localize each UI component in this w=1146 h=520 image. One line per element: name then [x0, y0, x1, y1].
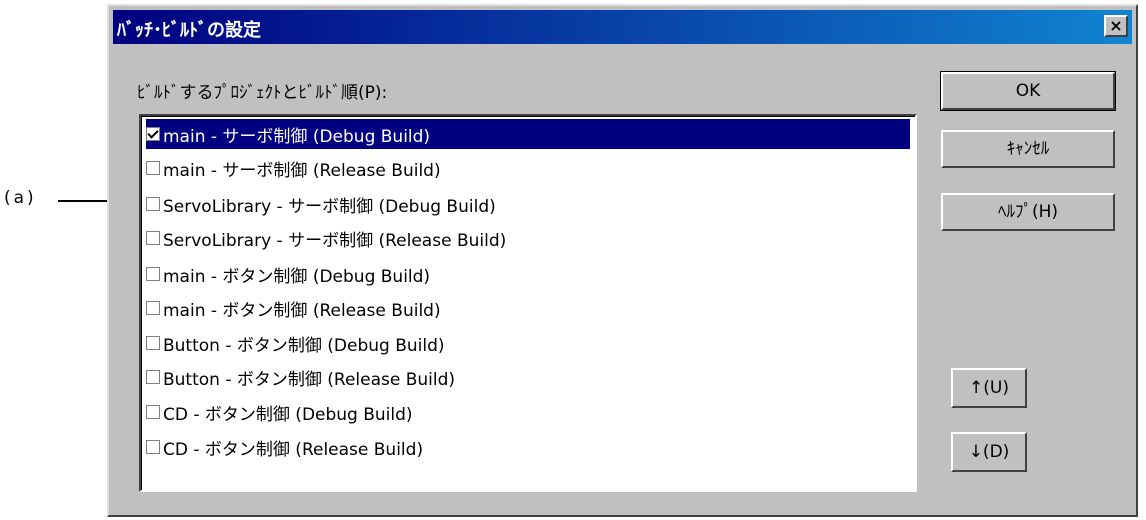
ok-button[interactable]: OK: [940, 71, 1116, 111]
list-item-label: ServoLibrary - サーボ制御 (Debug Build): [163, 196, 496, 217]
list-item[interactable]: Button - ボタン制御 (Debug Build): [146, 328, 445, 358]
dialog-title: ﾊﾞｯﾁ･ﾋﾞﾙﾄﾞの設定: [117, 20, 261, 41]
project-listbox[interactable]: main - サーボ制御 (Debug Build) main - サーボ制御 …: [139, 114, 917, 492]
list-item-label: Button - ボタン制御 (Debug Build): [163, 335, 445, 356]
title-bar[interactable]: ﾊﾞｯﾁ･ﾋﾞﾙﾄﾞの設定 ×: [113, 10, 1132, 44]
annotation-label: (a): [4, 188, 37, 208]
list-item[interactable]: main - ボタン制御 (Release Build): [146, 293, 441, 323]
checkbox[interactable]: [146, 336, 160, 350]
cancel-button[interactable]: ｷｬﾝｾﾙ: [941, 130, 1115, 168]
list-item[interactable]: main - サーボ制御 (Release Build): [146, 153, 441, 183]
move-up-button[interactable]: ↑(U): [951, 368, 1027, 408]
list-item[interactable]: ServoLibrary - サーボ制御 (Release Build): [146, 223, 506, 253]
list-item-label: ServoLibrary - サーボ制御 (Release Build): [163, 230, 507, 251]
checkbox[interactable]: [146, 267, 160, 281]
move-down-button[interactable]: ↓(D): [951, 432, 1027, 472]
checkbox[interactable]: [146, 301, 160, 315]
list-item-label: main - サーボ制御 (Release Build): [163, 160, 441, 181]
checkbox[interactable]: [146, 405, 160, 419]
list-item[interactable]: main - ボタン制御 (Debug Build): [146, 259, 430, 289]
list-item[interactable]: CD - ボタン制御 (Debug Build): [146, 397, 413, 427]
list-item[interactable]: ServoLibrary - サーボ制御 (Debug Build): [146, 189, 496, 219]
checkbox[interactable]: [146, 127, 160, 141]
list-item[interactable]: main - サーボ制御 (Debug Build): [146, 119, 910, 149]
list-item[interactable]: CD - ボタン制御 (Release Build): [146, 432, 423, 462]
project-list-label: ﾋﾞﾙﾄﾞするﾌﾟﾛｼﾞｪｸﾄとﾋﾞﾙﾄﾞ順(P):: [137, 83, 388, 103]
list-item-label: Button - ボタン制御 (Release Build): [163, 369, 456, 390]
checkbox[interactable]: [146, 370, 160, 384]
help-button[interactable]: ﾍﾙﾌﾟ(H): [941, 193, 1115, 231]
list-item-label: CD - ボタン制御 (Debug Build): [163, 404, 413, 425]
list-item-label: main - ボタン制御 (Release Build): [163, 300, 441, 321]
checkbox[interactable]: [146, 197, 160, 211]
list-item-label: main - ボタン制御 (Debug Build): [163, 266, 431, 287]
checkbox[interactable]: [146, 161, 160, 175]
list-item-label: CD - ボタン制御 (Release Build): [163, 439, 424, 460]
batch-build-dialog: ﾊﾞｯﾁ･ﾋﾞﾙﾄﾞの設定 × ﾋﾞﾙﾄﾞするﾌﾟﾛｼﾞｪｸﾄとﾋﾞﾙﾄﾞ順(P…: [107, 4, 1138, 517]
close-button[interactable]: ×: [1104, 15, 1128, 37]
list-item[interactable]: Button - ボタン制御 (Release Build): [146, 362, 455, 392]
checkbox[interactable]: [146, 231, 160, 245]
checkbox[interactable]: [146, 440, 160, 454]
list-item-label: main - サーボ制御 (Debug Build): [163, 126, 431, 147]
